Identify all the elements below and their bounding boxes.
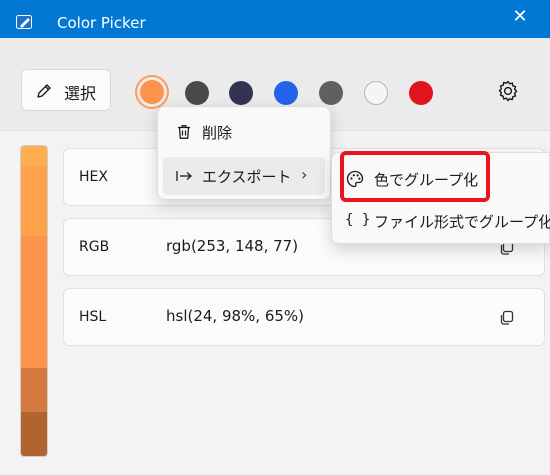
close-button[interactable]: ✕ bbox=[506, 6, 534, 28]
title-bar: Color Picker ✕ bbox=[0, 0, 550, 38]
menu-item-export-label: エクスポート bbox=[202, 168, 292, 186]
rgb-label: RGB bbox=[79, 239, 110, 255]
chevron-right-icon: › bbox=[301, 165, 308, 184]
shade[interactable] bbox=[21, 166, 47, 236]
copy-icon[interactable] bbox=[498, 309, 516, 327]
gear-icon[interactable] bbox=[496, 79, 520, 103]
color-swatch[interactable] bbox=[229, 81, 253, 105]
shade[interactable] bbox=[21, 280, 47, 324]
color-swatch[interactable] bbox=[319, 81, 343, 105]
menu-item-export[interactable]: エクスポート › bbox=[163, 157, 325, 195]
color-swatch[interactable] bbox=[185, 81, 209, 105]
app-icon bbox=[16, 15, 32, 29]
select-button[interactable]: 選択 bbox=[21, 69, 111, 111]
hsl-field: HSL hsl(24, 98%, 65%) bbox=[63, 288, 545, 346]
hsl-label: HSL bbox=[79, 309, 107, 325]
rgb-value[interactable]: rgb(253, 148, 77) bbox=[166, 237, 298, 255]
export-icon bbox=[176, 171, 192, 181]
shade[interactable] bbox=[21, 412, 47, 456]
submenu-item-group-by-format-label: ファイル形式でグループ化 bbox=[374, 213, 550, 231]
hex-label: HEX bbox=[79, 169, 108, 185]
context-menu: 削除 エクスポート › bbox=[157, 106, 331, 200]
color-swatch[interactable] bbox=[364, 81, 388, 105]
braces-icon: { } bbox=[345, 212, 371, 228]
color-swatch[interactable] bbox=[409, 81, 433, 105]
hsl-value[interactable]: hsl(24, 98%, 65%) bbox=[166, 307, 304, 325]
select-button-label: 選択 bbox=[64, 84, 97, 103]
pen-icon bbox=[37, 84, 51, 98]
shade-strip bbox=[20, 145, 48, 457]
window-title: Color Picker bbox=[57, 14, 146, 32]
color-swatch[interactable] bbox=[140, 80, 164, 104]
shade[interactable] bbox=[21, 368, 47, 412]
menu-item-delete[interactable]: 削除 bbox=[163, 113, 325, 151]
highlight-box bbox=[340, 151, 490, 202]
trash-icon bbox=[178, 125, 190, 139]
shade[interactable] bbox=[21, 324, 47, 368]
color-swatch[interactable] bbox=[274, 81, 298, 105]
submenu-item-group-by-format[interactable]: { } ファイル形式でグループ化 bbox=[337, 203, 550, 239]
shade[interactable] bbox=[21, 236, 47, 280]
shade[interactable] bbox=[21, 146, 47, 166]
menu-item-delete-label: 削除 bbox=[202, 124, 233, 142]
